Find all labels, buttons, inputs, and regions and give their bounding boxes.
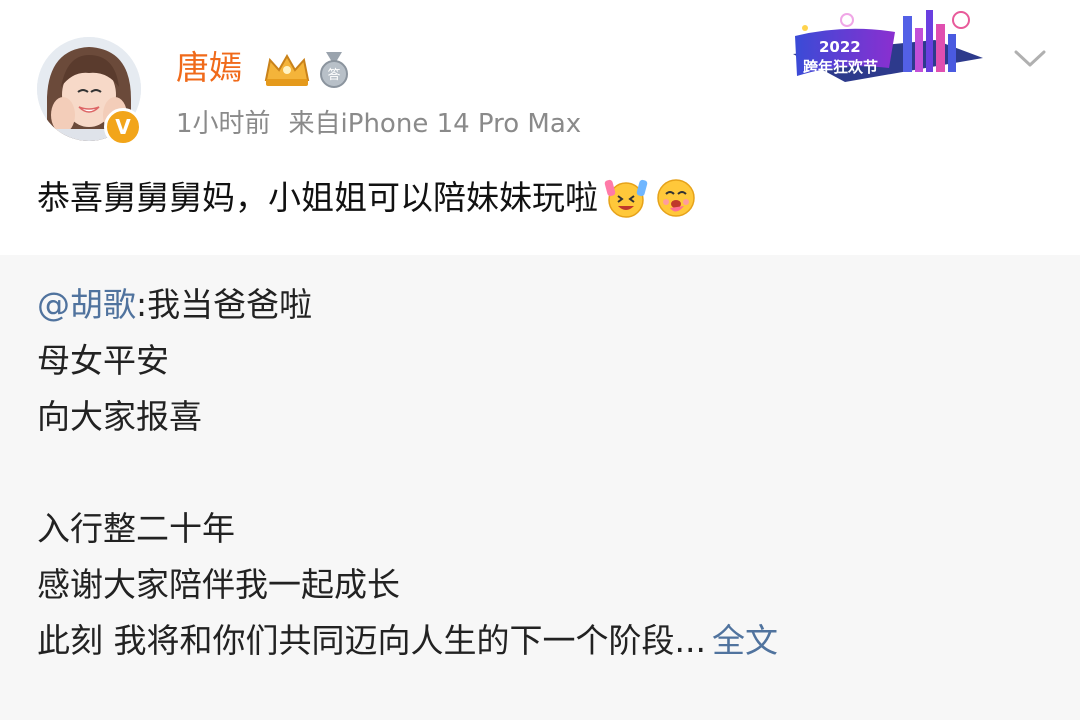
post-text-content: 恭喜舅舅舅妈，小姐姐可以陪妹妹玩啦 <box>37 178 598 217</box>
hug-emoji-icon <box>657 179 695 217</box>
repost-line-5: 入行整二十年 <box>37 509 235 548</box>
repost-line-1: @胡歌:我当爸爸啦 <box>37 277 312 333</box>
repost-line-7: 此刻 我将和你们共同迈向人生的下一个阶段... 全文 <box>37 613 778 669</box>
repost-line-3: 向大家报喜 <box>37 397 202 436</box>
repost-last-line-text: 此刻 我将和你们共同迈向人生的下一个阶段... <box>37 621 706 660</box>
medal-badge-char: 答 <box>327 67 340 83</box>
medal-badge-icon[interactable]: 答 <box>318 52 350 88</box>
post-text: 恭喜舅舅舅妈，小姐姐可以陪妹妹玩啦 <box>37 172 698 224</box>
repost-line-6: 感谢大家陪伴我一起成长 <box>37 565 400 604</box>
chevron-down-icon[interactable] <box>1012 44 1048 72</box>
medal-badge-shape: 答 <box>320 52 348 88</box>
post-header: V 唐嫣 答 1小时前 来自iPhone 14 Pro Max 2022 跨年狂… <box>0 0 1080 255</box>
post-meta: 1小时前 来自iPhone 14 Pro Max <box>176 104 581 144</box>
repost-first-line-text: :我当爸爸啦 <box>136 285 313 324</box>
post-source: 来自iPhone 14 Pro Max <box>288 109 582 139</box>
repost-line-2: 母女平安 <box>37 341 169 380</box>
event-banner-year: 2022 <box>819 38 861 56</box>
verified-badge-label: V <box>115 115 131 139</box>
mention-link[interactable]: @胡歌 <box>37 285 136 324</box>
event-banner[interactable]: 2022 跨年狂欢节 <box>785 6 995 86</box>
author-name[interactable]: 唐嫣 <box>176 44 242 92</box>
post-time: 1小时前 <box>176 109 271 139</box>
verified-badge-icon: V <box>104 108 142 146</box>
cheering-emoji-icon <box>604 179 648 218</box>
full-text-link[interactable]: 全文 <box>712 621 778 660</box>
event-banner-art: 2022 跨年狂欢节 <box>793 10 983 82</box>
repost-card[interactable]: @胡歌:我当爸爸啦 母女平安 向大家报喜 入行整二十年 感谢大家陪伴我一起成长 … <box>0 255 1080 720</box>
event-banner-title: 跨年狂欢节 <box>803 58 878 76</box>
crown-badge-icon[interactable] <box>262 50 312 90</box>
